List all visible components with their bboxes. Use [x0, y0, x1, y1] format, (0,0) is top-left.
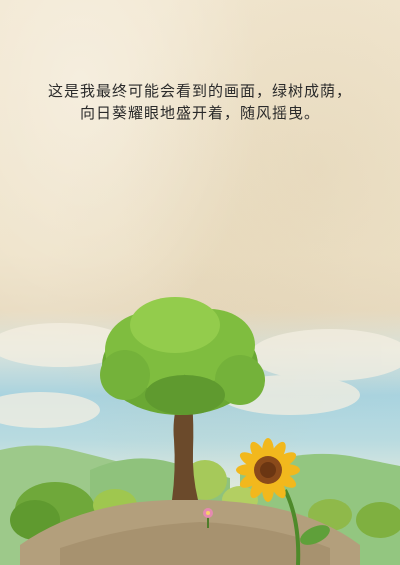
- storybook-page: 这是我最终可能会看到的画面，绿树成荫， 向日葵耀眼地盛开着，随风摇曳。: [0, 0, 400, 565]
- landscape-illustration: [0, 297, 400, 565]
